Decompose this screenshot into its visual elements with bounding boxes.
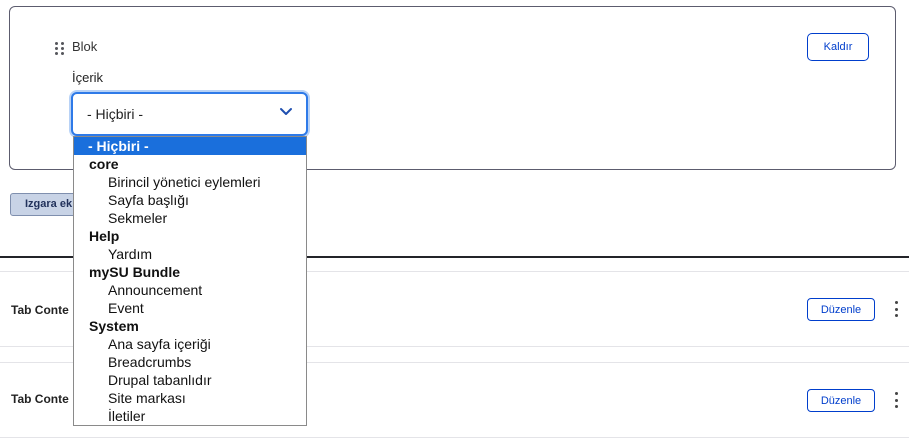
select-value: - Hiçbiri - xyxy=(87,106,143,122)
drag-handle-icon[interactable] xyxy=(55,42,65,56)
chevron-down-icon xyxy=(280,108,292,115)
option-item[interactable]: Breadcrumbs xyxy=(74,353,306,371)
edit-button[interactable]: Düzenle xyxy=(807,298,875,321)
option-item[interactable]: Event xyxy=(74,299,306,317)
add-grid-button[interactable]: Izgara ek xyxy=(10,193,76,216)
edit-button[interactable]: Düzenle xyxy=(807,389,875,412)
kebab-menu-icon[interactable] xyxy=(895,301,899,317)
row-title: Tab Conte xyxy=(11,303,69,317)
block-label: Blok xyxy=(72,39,98,54)
option-item[interactable]: Drupal tabanlıdır xyxy=(74,371,306,389)
row-title: Tab Conte xyxy=(11,392,69,406)
option-item[interactable]: İletiler xyxy=(74,407,306,425)
select-dropdown-list: - Hiçbiri - core Birincil yönetici eylem… xyxy=(73,136,307,426)
option-item[interactable]: Announcement xyxy=(74,281,306,299)
option-item[interactable]: Yardım xyxy=(74,245,306,263)
kebab-menu-icon[interactable] xyxy=(895,392,899,408)
optgroup-core: core xyxy=(89,156,119,172)
option-item[interactable]: Sekmeler xyxy=(74,209,306,227)
optgroup-mysu-bundle: mySU Bundle xyxy=(89,264,181,280)
optgroup-help: Help xyxy=(89,228,120,244)
content-select[interactable]: - Hiçbiri - xyxy=(71,92,308,136)
content-label: İçerik xyxy=(72,70,104,85)
option-item[interactable]: Sayfa başlığı xyxy=(74,191,306,209)
option-item[interactable]: Site markası xyxy=(74,389,306,407)
option-item[interactable]: Birincil yönetici eylemleri xyxy=(74,173,306,191)
option-item[interactable]: Ana sayfa içeriği xyxy=(74,335,306,353)
remove-button[interactable]: Kaldır xyxy=(807,33,869,61)
optgroup-system: System xyxy=(89,318,139,334)
option-none[interactable]: - Hiçbiri - xyxy=(74,137,306,155)
